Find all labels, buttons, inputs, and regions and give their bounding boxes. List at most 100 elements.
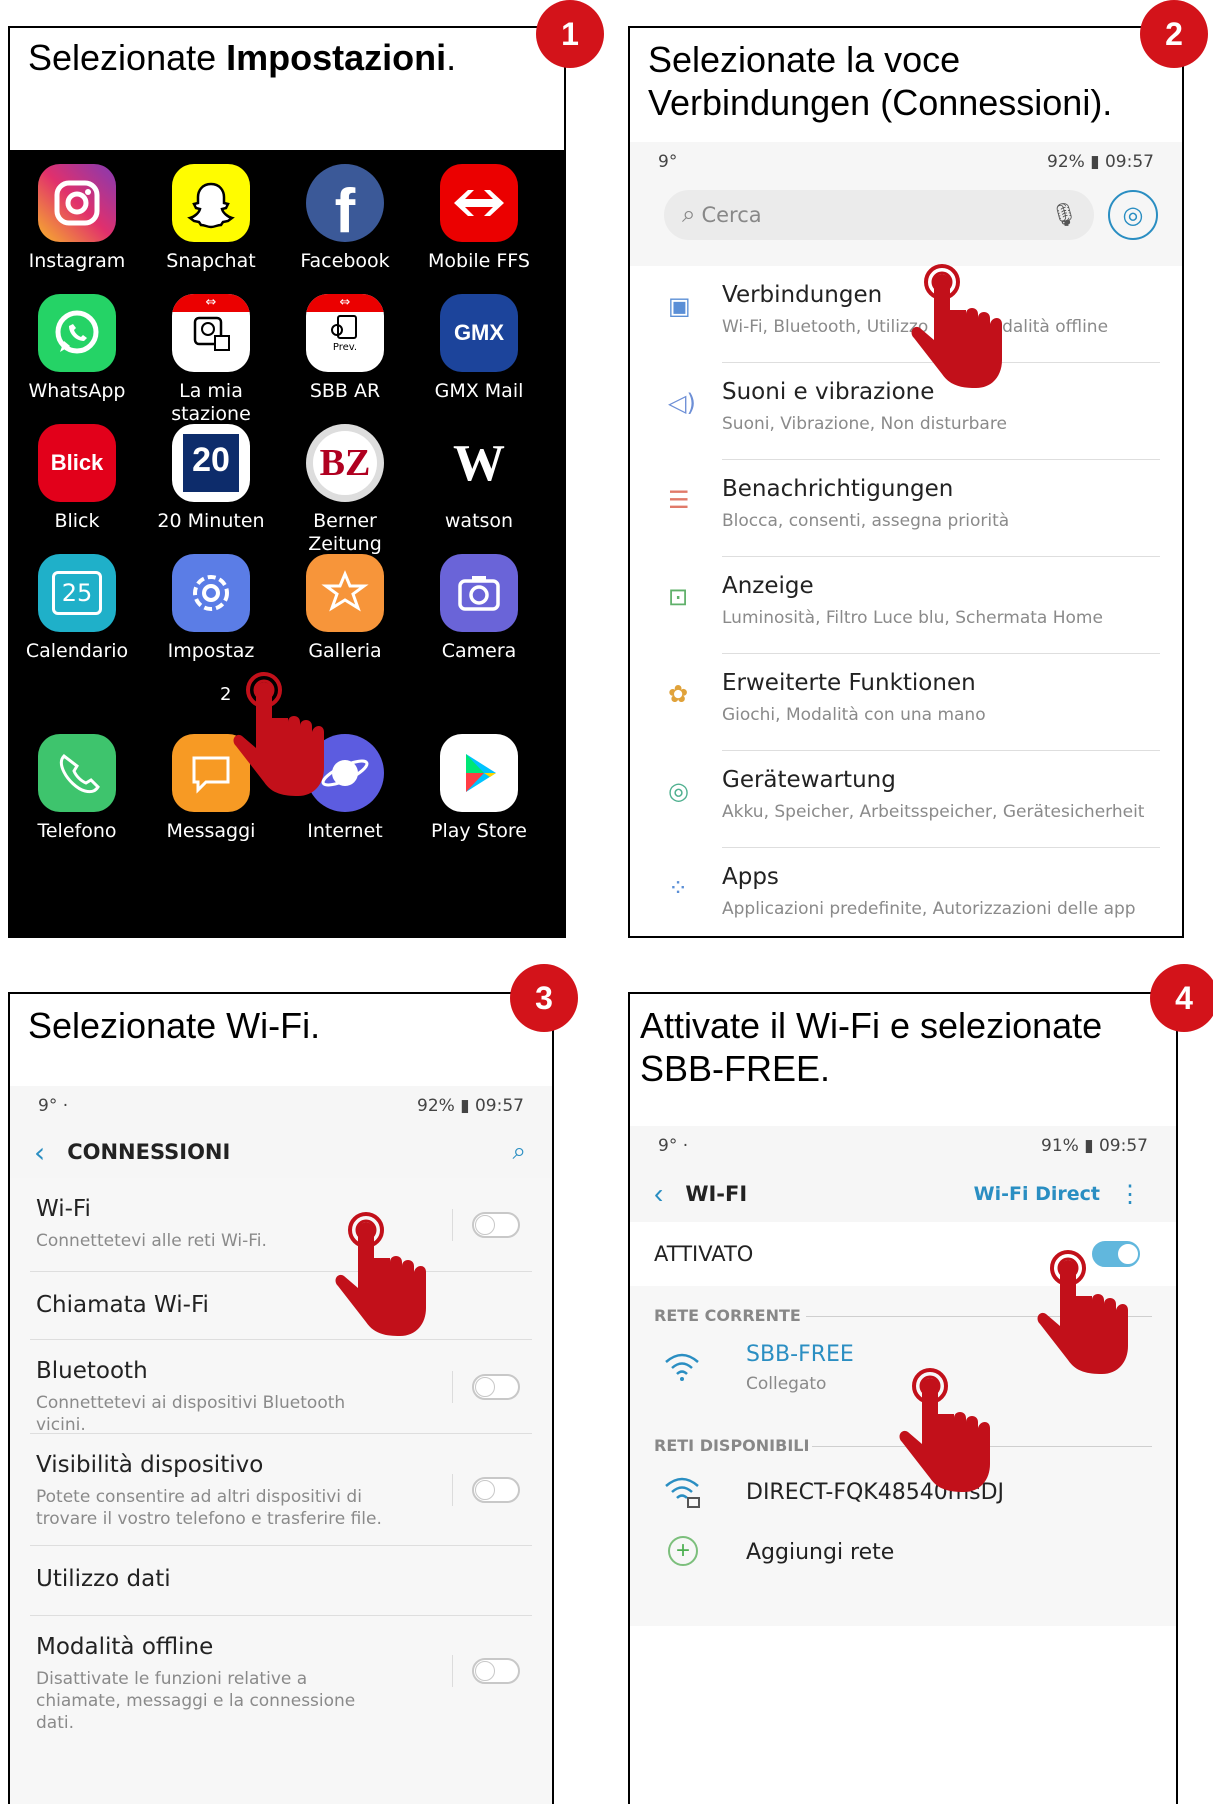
station-icon: ⇔	[172, 294, 250, 372]
tap-hand-icon	[233, 672, 324, 796]
prev-label: Prev.	[332, 342, 358, 353]
connection-item-title: Bluetooth	[36, 1358, 148, 1384]
connection-item[interactable]: Visibilità dispositivo Potete consentire …	[10, 1434, 552, 1546]
advanced-icon: ✿	[668, 680, 689, 708]
instruction-3: Selezionate Wi-Fi.	[28, 1005, 321, 1046]
app-camera[interactable]: Camera	[412, 554, 546, 663]
back-icon[interactable]: ‹	[654, 1178, 663, 1210]
connection-item[interactable]: Utilizzo dati	[10, 1546, 552, 1616]
app-whatsapp[interactable]: WhatsApp	[10, 294, 144, 403]
app-label: Snapchat	[166, 250, 256, 272]
mic-icon[interactable]: 🎙	[1050, 202, 1078, 228]
app-label: Mobile FFS	[428, 250, 530, 272]
connection-item[interactable]: Wi-Fi Connettetevi alle reti Wi-Fi.	[10, 1178, 552, 1272]
settings-item[interactable]: ⊡ Anzeige Luminosità, Filtro Luce blu, Sch…	[630, 557, 1182, 654]
toggle-switch[interactable]	[472, 1374, 520, 1400]
app-label: Play Store	[431, 820, 527, 842]
connection-item-title: Chiamata Wi-Fi	[36, 1292, 209, 1318]
toggle-switch[interactable]	[472, 1658, 520, 1684]
app-blick[interactable]: Blick Blick	[10, 424, 144, 533]
status-battery-time: 91% ▮ 09:57	[1041, 1136, 1148, 1156]
app-label: 20 Minuten	[157, 510, 265, 532]
search-icon: ⌕	[682, 201, 696, 228]
search-bar-area: ⌕ Cerca 🎙 ◎	[630, 182, 1182, 266]
connection-item[interactable]: Bluetooth Connettetevi ai dispositivi Blu…	[10, 1340, 552, 1435]
settings-item-title: Erweiterte Funktionen	[722, 670, 976, 696]
app-play-store[interactable]: Play Store	[412, 734, 546, 843]
section-current: RETE CORRENTE	[654, 1306, 801, 1325]
network-name: SBB-FREE	[746, 1342, 854, 1367]
app-berner-zeitung[interactable]: BZ Berner Zeitung	[278, 424, 412, 556]
facebook-icon: f	[306, 164, 384, 246]
app-impostazioni[interactable]: Impostaz	[144, 554, 278, 663]
app-gmx-mail[interactable]: GMX GMX Mail	[412, 294, 546, 403]
app-label: WhatsApp	[28, 380, 126, 402]
20min-icon: 20	[172, 424, 250, 502]
camera-icon	[440, 554, 518, 632]
more-options-icon[interactable]: ⋮	[1118, 1180, 1142, 1209]
section-available: RETI DISPONIBILI	[654, 1436, 810, 1455]
instruction-2: Selezionate la voce Verbindungen (Connes…	[648, 39, 1113, 123]
step-badge-4: 4	[1150, 964, 1213, 1032]
app-watson[interactable]: W watson	[412, 424, 546, 533]
gallery-icon	[306, 554, 384, 632]
toggle-switch[interactable]	[472, 1212, 520, 1238]
connection-item-title: Visibilità dispositivo	[36, 1452, 264, 1478]
search-placeholder: Cerca	[701, 203, 762, 227]
app-telefono[interactable]: Telefono	[10, 734, 144, 843]
connection-item[interactable]: Modalità offline Disattivate le funzioni …	[10, 1616, 552, 1733]
calendar-icon: 25	[38, 554, 116, 632]
page-title: CONNESSIONI	[67, 1140, 231, 1164]
app-label: La mia stazione	[171, 380, 251, 425]
app-sbb-ar[interactable]: ⇔ Prev. SBB AR	[278, 294, 412, 403]
instagram-icon	[38, 164, 116, 242]
settings-item[interactable]: ◎ Gerätewartung Akku, Speicher, Arbeitsspe…	[630, 751, 1182, 848]
sound-icon: ◁)	[668, 389, 696, 417]
search-input[interactable]: ⌕ Cerca 🎙	[664, 190, 1094, 240]
add-icon: +	[668, 1536, 698, 1566]
app-galleria[interactable]: Galleria	[278, 554, 412, 663]
display-icon: ⊡	[668, 583, 689, 611]
connection-item-title: Utilizzo dati	[36, 1566, 171, 1592]
blick-icon: Blick	[38, 424, 116, 502]
settings-item-title: Anzeige	[722, 573, 814, 599]
header-bar: ‹ CONNESSIONI ⌕	[10, 1126, 552, 1178]
search-icon[interactable]: ⌕	[513, 1138, 526, 1166]
tap-hand-icon	[335, 1212, 426, 1336]
tap-hand-icon	[899, 1368, 990, 1492]
connection-item[interactable]: Chiamata Wi-Fi	[10, 1272, 552, 1340]
status-battery-time: 92% ▮ 09:57	[1047, 152, 1154, 172]
status-battery-time: 92% ▮ 09:57	[417, 1096, 524, 1116]
settings-item[interactable]: ☰ Benachrichtigungen Blocca, consenti, ass…	[630, 460, 1182, 557]
app-20-minuten[interactable]: 20 20 Minuten	[144, 424, 278, 533]
app-mobile-ffs[interactable]: Mobile FFS	[412, 164, 546, 273]
app-snapchat[interactable]: Snapchat	[144, 164, 278, 273]
app-label: Internet	[307, 820, 383, 842]
phone-icon	[38, 734, 116, 812]
app-calendario[interactable]: 25 Calendario	[10, 554, 144, 663]
wifi-signal-icon	[664, 1352, 700, 1390]
divider	[452, 1209, 453, 1241]
wifi-direct-button[interactable]: Wi-Fi Direct	[974, 1183, 1100, 1205]
app-facebook[interactable]: f Facebook	[278, 164, 412, 273]
app-label: SBB AR	[309, 380, 381, 402]
back-icon[interactable]: ‹	[34, 1136, 45, 1169]
app-instagram[interactable]: Instagram	[10, 164, 144, 273]
app-la-mia-stazione[interactable]: ⇔ La mia stazione	[144, 294, 278, 426]
settings-icon	[172, 554, 250, 632]
sbb-ar-icon: ⇔ Prev.	[306, 294, 384, 372]
add-network-row[interactable]: + Aggiungi rete	[630, 1526, 1176, 1582]
instruction-1: Selezionate Impostazioni.	[28, 37, 457, 78]
wifi-secured-icon	[664, 1476, 702, 1514]
account-icon[interactable]: ◎	[1108, 190, 1158, 240]
status-temp: 9° ·	[658, 1136, 689, 1156]
settings-item[interactable]: ✿ Erweiterte Funktionen Giochi, Modalità c…	[630, 654, 1182, 751]
status-bar: 9° 92% ▮ 09:57	[630, 142, 1182, 182]
settings-item[interactable]: ⁘ Apps Applicazioni predefinite, Autorizza…	[630, 848, 1182, 936]
connection-item-subtitle: Potete consentire ad altri dispositivi d…	[36, 1487, 382, 1529]
status-bar: 9° · 92% ▮ 09:57	[10, 1086, 552, 1126]
settings-item-subtitle: Applicazioni predefinite, Autorizzazioni…	[722, 899, 1136, 919]
bz-icon: BZ	[306, 424, 384, 502]
toggle-switch[interactable]	[472, 1477, 520, 1503]
settings-item-title: Benachrichtigungen	[722, 476, 954, 502]
